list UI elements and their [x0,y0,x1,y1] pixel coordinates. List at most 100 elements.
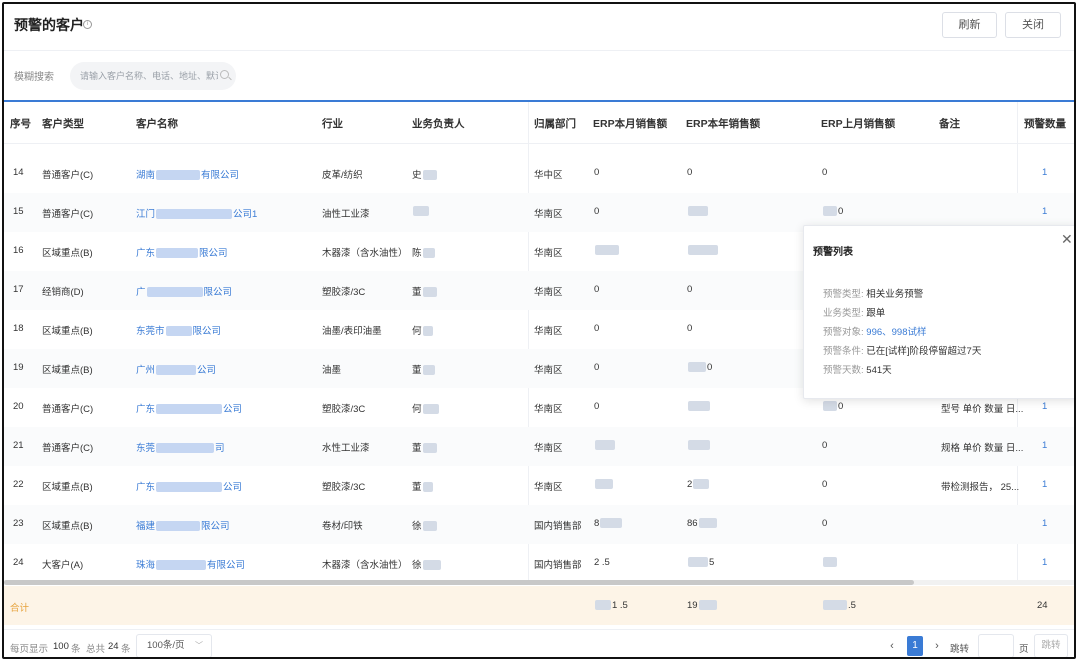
current-page[interactable]: 1 [907,636,923,656]
table-row[interactable]: 21 普通客户(C) 东莞司 水性工业漆 董 华南区 0 规格 单价 数量 日.… [4,427,1074,466]
cell-erp-month: 0 [594,323,600,334]
cell-erp-year: 86 [687,518,718,529]
close-icon[interactable]: ✕ [1061,232,1073,246]
jump-button[interactable]: 跳转 [1034,634,1068,657]
col-header-owner[interactable]: 业务负责人 [412,116,465,131]
table-row[interactable]: 24 大客户(A) 珠海 有限公司 木器漆（含水油性） 徐 国内销售部 2 .5 … [4,544,1074,583]
table-row[interactable]: 22 区域重点(B) 广东 公司 塑胶漆/3C 董 华南区 2 0 带检测报告， … [4,466,1074,505]
cell-erp-month: 8 [594,518,623,529]
cell-owner: 徐 [412,518,438,532]
cell-warning-count[interactable]: 1 [1042,167,1047,178]
jump-page-input[interactable] [978,634,1014,657]
col-header-erp-last[interactable]: ERP上月销售额 [821,116,895,131]
col-header-dept[interactable]: 归属部门 [534,116,576,131]
cell-index: 19 [13,362,24,373]
cell-type: 大客户(A) [42,560,84,571]
cell-warning-count[interactable]: 1 [1042,401,1047,412]
cell-erp-year [687,206,709,217]
total-unit: 条 [121,644,131,655]
cell-note: 规格 单价 数量 日... [941,443,1024,454]
cell-erp-last: 0 [822,440,828,451]
col-header-erp-year[interactable]: ERP本年销售额 [686,116,760,131]
cell-industry: 油性工业漆 [322,209,370,220]
cell-warning-count[interactable]: 1 [1042,206,1047,217]
cell-index: 21 [13,440,24,451]
cell-warning-count[interactable]: 1 [1042,518,1047,529]
cell-customer-name[interactable]: 广州 公司 [136,362,216,376]
popover-title: 预警列表 [813,247,853,258]
chevron-down-icon: ﹀ [195,641,203,650]
cell-type: 区域重点(B) [42,482,93,493]
cell-dept: 华南区 [534,404,563,415]
search-input[interactable] [80,68,218,84]
popover-warning-type: 预警类型: 相关业务预警 [823,289,924,300]
cell-owner: 何 [412,323,434,337]
cell-dept: 华南区 [534,209,563,220]
cell-erp-year: 0 [687,362,712,373]
col-header-erp-month[interactable]: ERP本月销售额 [593,116,667,131]
refresh-button[interactable]: 刷新 [942,12,997,38]
cell-erp-last: 0 [822,518,828,529]
cell-owner: 董 [412,440,438,454]
popover-condition: 预警条件: 已在[试样]阶段停留超过7天 [823,346,982,357]
cell-warning-count[interactable]: 1 [1042,479,1047,490]
cell-industry: 塑胶漆/3C [322,287,366,298]
horizontal-scrollbar[interactable] [4,580,914,585]
cell-warning-count[interactable]: 1 [1042,557,1047,568]
cell-customer-name[interactable]: 广东 公司 [136,401,242,415]
col-header-industry[interactable]: 行业 [322,116,343,131]
cell-customer-name[interactable]: 东莞市 限公司 [136,323,221,337]
table-row[interactable]: 14 普通客户(C) 湖南 有限公司 皮革/纺织 史 华中区 0 0 0 1 [4,154,1074,193]
cell-industry: 皮革/纺织 [322,170,363,181]
cell-type: 普通客户(C) [42,443,94,454]
cell-customer-name[interactable]: 东莞司 [136,440,225,454]
page-size-select[interactable]: 100条/页 ﹀ [136,634,212,657]
cell-dept: 华南区 [534,248,563,259]
per-page-unit: 条 [71,644,81,655]
cell-customer-name[interactable]: 福建 限公司 [136,518,230,532]
col-header-note[interactable]: 备注 [939,116,960,131]
table-row[interactable]: 23 区域重点(B) 福建 限公司 卷材/印铁 徐 国内销售部 8 86 0 1 [4,505,1074,544]
header-divider [4,50,1074,51]
close-button[interactable]: 关闭 [1005,12,1061,38]
prev-page-icon[interactable]: ‹ [883,636,901,656]
col-header-type[interactable]: 客户类型 [42,116,84,131]
search-box[interactable] [70,62,236,90]
per-page-prefix: 每页显示 [10,644,49,655]
cell-erp-last: 0 [822,479,828,490]
cell-type: 普通客户(C) [42,209,94,220]
cell-warning-count[interactable]: 1 [1042,440,1047,451]
col-header-index[interactable]: 序号 [10,116,31,131]
cell-owner: 陈 [412,245,436,259]
cell-erp-year: 2 [687,479,710,490]
cell-type: 普通客户(C) [42,170,94,181]
col-header-count[interactable]: 预警数量 [1024,116,1066,131]
cell-erp-month: 0 [594,401,600,412]
cell-erp-year [687,401,711,412]
totals-erp-month: 1 .5 [594,600,628,611]
cell-erp-year: 0 [687,323,693,334]
info-icon[interactable]: i [83,20,92,29]
cell-industry: 油墨/表印油墨 [322,326,382,337]
cell-type: 区域重点(B) [42,365,93,376]
cell-owner: 董 [412,284,438,298]
next-page-icon[interactable]: › [928,636,946,656]
cell-customer-name[interactable]: 湖南 有限公司 [136,167,239,181]
cell-customer-name[interactable]: 广限公司 [136,284,232,298]
cell-dept: 华南区 [534,287,563,298]
totals-warning-count: 24 [1037,600,1048,611]
cell-erp-year [687,245,719,256]
cell-customer-name[interactable]: 江门 公司1 [136,206,257,220]
cell-erp-year: 5 [687,557,714,568]
cell-customer-name[interactable]: 珠海 有限公司 [136,557,245,571]
col-header-name[interactable]: 客户名称 [136,116,178,131]
cell-erp-month [594,245,620,256]
cell-index: 16 [13,245,24,256]
pagination: 每页显示 100 条 总共 24 条 100条/页 ﹀ ‹ 1 › 跳转 页 跳转 [4,629,1074,657]
popover-business-type: 业务类型: 跟单 [823,308,886,319]
search-icon[interactable] [220,70,229,79]
cell-customer-name[interactable]: 广东 公司 [136,479,242,493]
cell-customer-name[interactable]: 广东 限公司 [136,245,228,259]
totals-erp-last: .5 [822,600,856,611]
cell-erp-year: 0 [687,284,693,295]
